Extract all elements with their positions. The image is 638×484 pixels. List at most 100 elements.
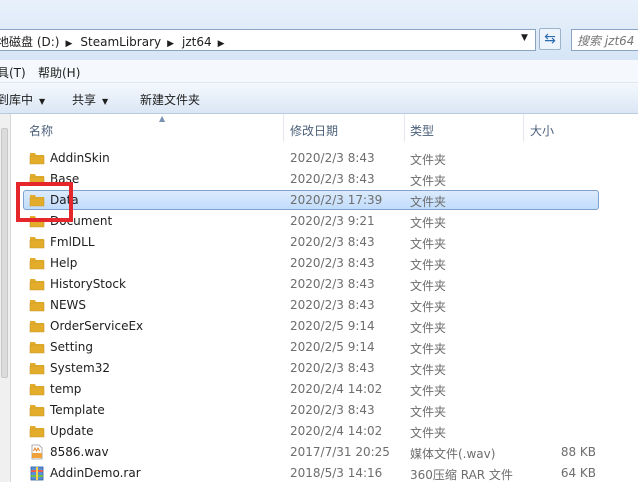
folder-icon xyxy=(29,381,45,397)
file-name: Update xyxy=(50,424,94,438)
file-row[interactable]: Base 2020/2/3 8:43 文件夹 xyxy=(11,169,638,190)
refresh-icon: ⇆ xyxy=(544,31,556,47)
file-row[interactable]: Update 2020/2/4 14:02 文件夹 xyxy=(11,421,638,442)
column-type[interactable]: 类型 xyxy=(410,122,434,139)
file-type: 文件夹 xyxy=(410,384,447,398)
search-input[interactable] xyxy=(575,31,638,51)
breadcrumb-jzt64[interactable]: jzt64 xyxy=(182,35,212,49)
file-row[interactable]: System32 2020/2/3 8:43 文件夹 xyxy=(11,358,638,379)
breadcrumb-chevron-icon[interactable]: ▶ xyxy=(65,39,72,49)
refresh-button[interactable]: ⇆ xyxy=(539,28,561,50)
file-type: 文件夹 xyxy=(410,279,447,293)
file-date: 2020/2/3 9:21 xyxy=(290,214,375,228)
folder-icon xyxy=(29,339,45,355)
folder-icon xyxy=(29,360,45,376)
file-name: Setting xyxy=(50,340,93,354)
file-row[interactable]: AddinSkin 2020/2/3 8:43 文件夹 xyxy=(11,148,638,169)
new-folder-button[interactable]: 新建文件夹 xyxy=(140,91,200,108)
command-toolbar: 到库中 ▼ 共享 ▼ 新建文件夹 xyxy=(0,83,638,114)
file-list: AddinSkin 2020/2/3 8:43 文件夹 Base 2020/2/3 8:… xyxy=(11,148,638,482)
file-name: HistoryStock xyxy=(50,277,126,291)
file-row[interactable]: Data 2020/2/3 17:39 文件夹 xyxy=(11,190,638,211)
wav-file-icon xyxy=(29,444,45,460)
file-size: 64 KB xyxy=(560,466,596,480)
address-dropdown-icon[interactable]: ▼ xyxy=(521,33,528,43)
file-date: 2020/2/3 8:43 xyxy=(290,361,375,375)
file-row[interactable]: FmlDLL 2020/2/3 8:43 文件夹 xyxy=(11,232,638,253)
file-row[interactable]: OrderServiceEx 2020/2/5 9:14 文件夹 xyxy=(11,316,638,337)
file-type: 文件夹 xyxy=(410,174,447,188)
column-date[interactable]: 修改日期 xyxy=(290,122,338,139)
file-type: 文件夹 xyxy=(410,237,447,251)
breadcrumb-chevron-icon[interactable]: ▶ xyxy=(218,39,225,49)
rar-file-icon xyxy=(29,465,45,481)
menu-tools[interactable]: 具(T) xyxy=(0,64,26,81)
file-row[interactable]: Setting 2020/2/5 9:14 文件夹 xyxy=(11,337,638,358)
file-type: 文件夹 xyxy=(410,363,447,377)
file-type: 文件夹 xyxy=(410,342,447,356)
file-name: OrderServiceEx xyxy=(50,319,144,333)
chevron-down-icon: ▼ xyxy=(102,97,109,106)
column-size[interactable]: 大小 xyxy=(530,122,554,139)
breadcrumb-steamlibrary[interactable]: SteamLibrary xyxy=(80,35,161,49)
file-date: 2020/2/4 14:02 xyxy=(290,382,383,396)
folder-icon xyxy=(29,276,45,292)
nav-pane-scrollbar[interactable] xyxy=(0,114,10,482)
file-type: 媒体文件(.wav) xyxy=(410,447,496,461)
chevron-down-icon: ▼ xyxy=(39,97,46,106)
search-box[interactable] xyxy=(571,29,638,51)
file-type: 文件夹 xyxy=(410,195,447,209)
file-date: 2020/2/5 9:14 xyxy=(290,340,375,354)
file-date: 2020/2/3 17:39 xyxy=(290,193,383,207)
folder-icon xyxy=(29,255,45,271)
file-date: 2020/2/3 8:43 xyxy=(290,403,375,417)
file-type: 文件夹 xyxy=(410,300,447,314)
file-name: System32 xyxy=(50,361,111,375)
folder-icon xyxy=(29,318,45,334)
file-type: 文件夹 xyxy=(410,216,447,230)
file-name: Help xyxy=(50,256,78,270)
column-divider[interactable] xyxy=(523,114,524,142)
file-date: 2020/2/3 8:43 xyxy=(290,298,375,312)
file-name: Template xyxy=(50,403,105,417)
file-row[interactable]: Template 2020/2/3 8:43 文件夹 xyxy=(11,400,638,421)
file-date: 2020/2/3 8:43 xyxy=(290,277,375,291)
column-name[interactable]: 名称 xyxy=(29,122,53,139)
address-bar[interactable]: 地磁盘 (D:) ▶ SteamLibrary ▶ jzt64 ▶ xyxy=(0,29,536,51)
file-name: temp xyxy=(50,382,82,396)
menu-help[interactable]: 帮助(H) xyxy=(38,64,80,81)
file-date: 2020/2/3 8:43 xyxy=(290,172,375,186)
file-date: 2020/2/3 8:43 xyxy=(290,235,375,249)
file-row[interactable]: NEWS 2020/2/3 8:43 文件夹 xyxy=(11,295,638,316)
share-button[interactable]: 共享 ▼ xyxy=(72,91,108,108)
breadcrumb: 地磁盘 (D:) ▶ SteamLibrary ▶ jzt64 ▶ xyxy=(0,33,233,50)
file-row[interactable]: temp 2020/2/4 14:02 文件夹 xyxy=(11,379,638,400)
file-type: 文件夹 xyxy=(410,426,447,440)
file-name: 8586.wav xyxy=(50,445,109,459)
file-name: AddinDemo.rar xyxy=(50,466,141,480)
file-size: 88 KB xyxy=(560,445,596,459)
file-row[interactable]: AddinDemo.rar 2018/5/3 14:16 360压缩 RAR 文件 6… xyxy=(11,463,638,484)
file-date: 2020/2/4 14:02 xyxy=(290,424,383,438)
file-row[interactable]: Document 2020/2/3 9:21 文件夹 xyxy=(11,211,638,232)
column-divider[interactable] xyxy=(283,114,284,142)
file-row[interactable]: 8586.wav 2017/7/31 20:25 媒体文件(.wav) 88 KB xyxy=(11,442,638,463)
breadcrumb-drive[interactable]: 地磁盘 (D:) xyxy=(0,33,59,50)
file-date: 2018/5/3 14:16 xyxy=(290,466,383,480)
file-name: NEWS xyxy=(50,298,87,312)
column-header: ▲ 名称 修改日期 类型 大小 xyxy=(11,114,638,142)
file-type: 文件夹 xyxy=(410,405,447,419)
file-type: 360压缩 RAR 文件 xyxy=(410,468,513,482)
scrollbar-thumb[interactable] xyxy=(1,128,8,378)
include-in-library-button[interactable]: 到库中 ▼ xyxy=(0,91,45,108)
breadcrumb-chevron-icon[interactable]: ▶ xyxy=(167,39,174,49)
folder-icon xyxy=(29,423,45,439)
file-date: 2017/7/31 20:25 xyxy=(290,445,390,459)
column-divider[interactable] xyxy=(404,114,405,142)
include-in-library-label: 到库中 xyxy=(0,93,34,107)
file-row[interactable]: Help 2020/2/3 8:43 文件夹 xyxy=(11,253,638,274)
file-date: 2020/2/3 8:43 xyxy=(290,151,375,165)
file-row[interactable]: HistoryStock 2020/2/3 8:43 文件夹 xyxy=(11,274,638,295)
file-date: 2020/2/3 8:43 xyxy=(290,256,375,270)
address-toolbar: 地磁盘 (D:) ▶ SteamLibrary ▶ jzt64 ▶ ▼ ⇆ xyxy=(0,0,638,60)
